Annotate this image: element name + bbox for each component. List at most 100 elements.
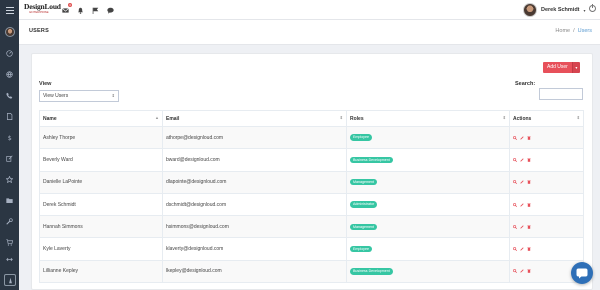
row-actions	[513, 158, 580, 162]
role-badge: Employee	[350, 134, 372, 141]
table-row[interactable]: Danielle LaPointe dlapointe@designloud.co…	[39, 170, 584, 194]
edit-icon[interactable]	[520, 269, 524, 274]
arrows-icon	[6, 257, 13, 261]
edit-icon[interactable]	[520, 136, 524, 140]
page-title: USERS	[29, 28, 49, 34]
breadcrumb: Home / Users	[555, 28, 592, 34]
table-header-row: Name ▲ Email ⇕ Roles ⇕ Actions ⇕	[39, 110, 584, 127]
cell-email: athorpe@designloud.com	[162, 125, 347, 150]
trash-icon[interactable]	[527, 158, 531, 162]
row-actions	[513, 247, 580, 252]
search-icon[interactable]	[513, 158, 517, 162]
column-header-label: Email	[166, 115, 180, 122]
breadcrumb-separator: /	[573, 28, 575, 34]
view-label: View	[39, 81, 52, 87]
power-icon[interactable]	[589, 4, 596, 12]
sidebar-item-profile[interactable]	[0, 26, 19, 38]
trash-icon[interactable]	[527, 136, 531, 140]
cell-name: Derek Schmidt	[39, 192, 163, 217]
sidebar-item-edit[interactable]	[0, 152, 19, 164]
column-header-label: Roles	[350, 115, 364, 122]
trash-icon[interactable]	[527, 225, 531, 229]
edit-icon[interactable]	[520, 180, 524, 184]
app-logo[interactable]: DesignLoud ENTERPRISE	[24, 2, 61, 17]
role-badge: Employee	[350, 245, 372, 253]
user-menu[interactable]: Derek Schmidt ▾	[523, 2, 586, 18]
sidebar-item-favorites[interactable]	[0, 173, 19, 185]
trash-icon[interactable]	[527, 180, 531, 185]
gauge-icon	[6, 49, 13, 57]
flag-icon[interactable]	[92, 5, 99, 15]
select-arrows-icon: ⇕	[111, 93, 115, 98]
chat-widget-button[interactable]	[571, 262, 593, 284]
cell-name: Beverly Ward	[39, 148, 163, 172]
add-user-dropdown-toggle[interactable]: ▾	[571, 62, 580, 73]
bell-icon[interactable]	[77, 5, 84, 15]
cell-name: Kyle Laverty	[39, 237, 163, 261]
sidebar-item-billing[interactable]: $	[0, 131, 19, 143]
sidebar-item-calls[interactable]	[0, 89, 19, 101]
search-icon[interactable]	[513, 202, 517, 207]
table-row[interactable]: Hannah Simmons hsimmons@designloud.com Man…	[39, 215, 584, 239]
edit-icon[interactable]	[520, 202, 524, 207]
sidebar-item-dashboard[interactable]	[0, 47, 19, 59]
add-user-button[interactable]: Add User	[543, 62, 572, 73]
table-row[interactable]: Derek Schmidt dschmidt@designloud.com Admi…	[39, 192, 584, 217]
role-badge: Business Development	[350, 268, 393, 275]
row-actions	[513, 224, 580, 229]
sidebar-collapse-button[interactable]	[4, 274, 16, 286]
edit-icon	[6, 154, 13, 162]
search-input[interactable]	[539, 88, 583, 100]
search-label: Search:	[515, 81, 536, 87]
search-icon[interactable]	[513, 180, 517, 185]
search-icon[interactable]	[513, 224, 517, 229]
avatar	[523, 3, 537, 17]
sidebar-item-share[interactable]	[0, 253, 19, 265]
trash-icon[interactable]	[527, 247, 531, 251]
row-actions	[513, 269, 580, 274]
table-row[interactable]: Lillianne Kepley lkepley@designloud.com Bu…	[39, 259, 584, 284]
column-header-actions[interactable]: Actions ⇕	[509, 110, 584, 127]
edit-icon[interactable]	[520, 158, 524, 162]
svg-text:$: $	[8, 134, 12, 140]
inbox-icon[interactable]: 3	[62, 3, 72, 15]
cell-actions	[509, 125, 584, 150]
trash-icon[interactable]	[527, 202, 531, 207]
cell-actions	[509, 192, 584, 217]
role-badge: Business Development	[350, 156, 393, 164]
logo-tagline: ENTERPRISE	[29, 10, 49, 14]
menu-toggle-button[interactable]	[0, 0, 19, 20]
column-header-name[interactable]: Name ▲	[39, 110, 163, 127]
search-icon[interactable]	[513, 135, 517, 140]
chevron-down-icon: ▾	[583, 7, 586, 13]
edit-icon[interactable]	[520, 225, 524, 229]
sidebar-item-documents[interactable]	[0, 110, 19, 122]
table-row[interactable]: Ashley Thorpe athorpe@designloud.com Emplo…	[39, 125, 584, 150]
column-header-email[interactable]: Email ⇕	[162, 110, 347, 127]
view-select[interactable]: View Users ⇕	[39, 90, 119, 102]
pin-icon	[8, 277, 12, 283]
sidebar-item-store[interactable]	[0, 236, 19, 248]
breadcrumb-current: Users	[577, 28, 592, 34]
search-icon[interactable]	[513, 269, 517, 274]
column-header-label: Name	[43, 115, 57, 122]
row-actions	[513, 202, 580, 207]
edit-icon[interactable]	[520, 247, 524, 251]
phone-icon	[6, 92, 13, 99]
cell-actions	[509, 215, 584, 239]
column-header-label: Actions	[513, 115, 532, 122]
sidebar-item-tools[interactable]	[0, 215, 19, 227]
sidebar-item-global[interactable]	[0, 68, 19, 80]
sidebar-item-files[interactable]	[0, 194, 19, 206]
cell-name: Ashley Thorpe	[39, 125, 163, 150]
cell-name: Hannah Simmons	[39, 215, 163, 239]
table-row[interactable]: Beverly Ward bward@designloud.com Business…	[39, 148, 584, 172]
trash-icon[interactable]	[527, 269, 531, 274]
cell-roles: Employee	[346, 125, 510, 150]
breadcrumb-home-link[interactable]: Home	[555, 28, 570, 34]
column-header-roles[interactable]: Roles ⇕	[346, 110, 510, 127]
chat-bubble-icon[interactable]	[107, 5, 114, 15]
search-icon[interactable]	[513, 247, 517, 252]
sort-ascending-icon: ▲	[155, 115, 159, 120]
table-row[interactable]: Kyle Laverty klaverty@designloud.com Emplo…	[39, 237, 584, 261]
